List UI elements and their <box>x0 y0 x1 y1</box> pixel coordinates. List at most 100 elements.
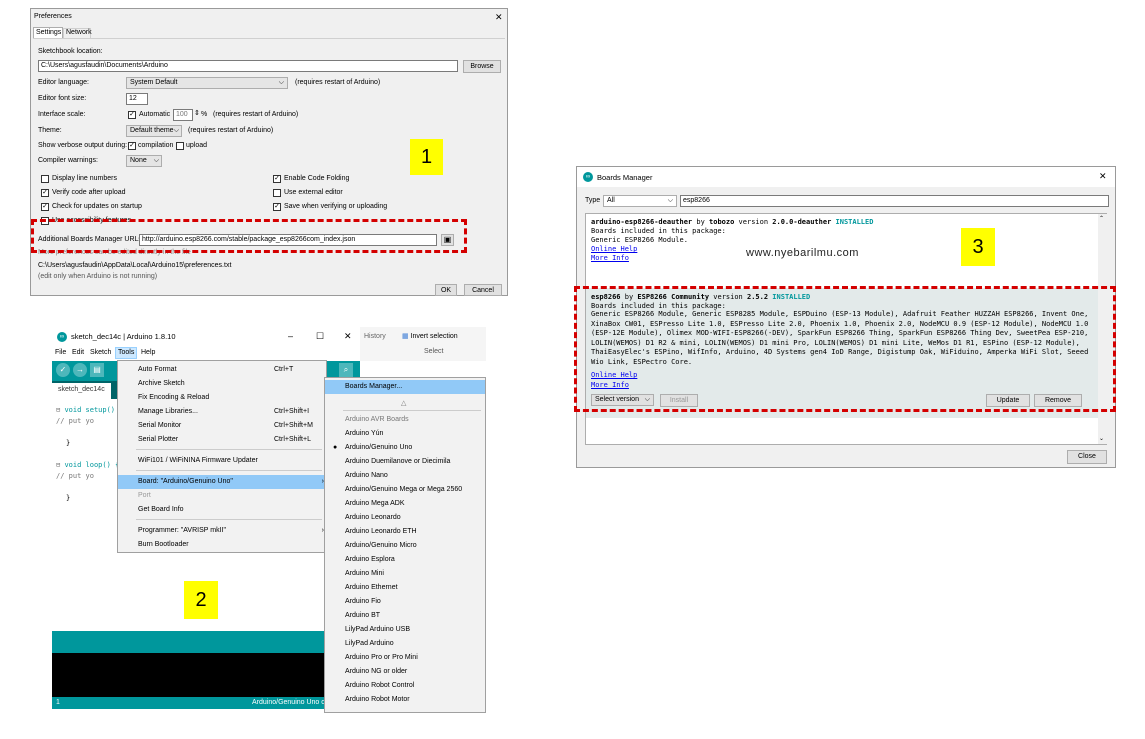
menu-item-serial-plotter[interactable]: Serial Plotter Ctrl+Shift+L <box>118 433 326 447</box>
close-icon[interactable]: ✕ <box>1099 171 1107 181</box>
board-status: Arduino/Genuino Uno o <box>252 699 326 706</box>
type-label: Type <box>585 197 601 204</box>
verify-checkbox[interactable]: ✓ <box>41 189 49 197</box>
more-info-link[interactable]: More Info <box>591 253 629 263</box>
board-section-label: Arduino AVR Boards <box>345 416 409 423</box>
type-select[interactable]: All ⌵ <box>603 195 677 207</box>
board-item[interactable]: Arduino Yún <box>325 427 485 441</box>
menu-item-wifi-updater[interactable]: WiFi101 / WiFiNINA Firmware Updater <box>118 454 326 468</box>
menu-help[interactable]: Help <box>141 348 155 358</box>
maximize-icon[interactable]: ☐ <box>316 331 324 341</box>
tab-network[interactable]: Network <box>63 28 92 38</box>
compilation-checkbox[interactable]: ✓ <box>128 142 136 150</box>
line-numbers-checkbox[interactable] <box>41 175 49 183</box>
board-item[interactable]: Arduino Fio <box>325 595 485 609</box>
menu-sketch[interactable]: Sketch <box>90 348 111 358</box>
menu-item-manage-libraries[interactable]: Manage Libraries... Ctrl+Shift+I <box>118 405 326 419</box>
ide-title: sketch_dec14c | Arduino 1.8.10 <box>71 332 176 341</box>
board-item[interactable]: Arduino/Genuino Micro <box>325 539 485 553</box>
menu-item-boards-manager[interactable]: Boards Manager... <box>325 380 485 394</box>
board-item[interactable]: Arduino Pro or Pro Mini <box>325 651 485 665</box>
serial-monitor-icon[interactable]: ⌕ <box>339 363 353 377</box>
external-editor-checkbox[interactable] <box>273 189 281 197</box>
menu-item-port[interactable]: Port <box>118 489 326 503</box>
tab-sketch[interactable]: sketch_dec14c <box>52 383 111 399</box>
menu-item-auto-format[interactable]: Auto Format Ctrl+T <box>118 363 326 377</box>
menu-item-archive-sketch[interactable]: Archive Sketch <box>118 377 326 391</box>
board-item[interactable]: Arduino Leonardo ETH <box>325 525 485 539</box>
board-item[interactable]: Arduino Leonardo <box>325 511 485 525</box>
package-entry-deauther[interactable]: arduino-esp8266-deauther by tobozo versi… <box>586 214 1098 286</box>
boards-manager-titlebar: ∞ Boards Manager ✕ <box>577 167 1115 187</box>
theme-select[interactable]: Default theme ⌵ <box>126 125 182 137</box>
boards-manager-title: Boards Manager <box>597 173 653 182</box>
invert-selection-icon: ▦ <box>402 333 409 340</box>
scale-stepper-icon[interactable]: ⇕ <box>194 109 200 119</box>
menu-item-board[interactable]: Board: "Arduino/Genuino Uno" › <box>118 475 326 489</box>
tab-settings[interactable]: Settings <box>33 27 63 38</box>
menu-item-burn-bootloader[interactable]: Burn Bootloader <box>118 538 326 552</box>
menu-file[interactable]: File <box>55 348 66 358</box>
history-label[interactable]: History <box>364 332 386 342</box>
board-submenu: Boards Manager... △ Arduino AVR Boards A… <box>324 377 486 713</box>
board-item-selected[interactable]: ● Arduino/Genuino Uno <box>325 441 485 455</box>
board-item[interactable]: LilyPad Arduino USB <box>325 623 485 637</box>
menu-item-programmer[interactable]: Programmer: "AVRISP mkII" › <box>118 524 326 538</box>
marker-1: 1 <box>410 139 443 175</box>
close-button[interactable]: Close <box>1067 450 1107 464</box>
board-item[interactable]: Arduino BT <box>325 609 485 623</box>
scroll-up-icon[interactable]: ⌃ <box>1099 214 1104 224</box>
board-item[interactable]: Arduino Mini <box>325 567 485 581</box>
board-item[interactable]: Arduino Ethernet <box>325 581 485 595</box>
menu-item-serial-monitor[interactable]: Serial Monitor Ctrl+Shift+M <box>118 419 326 433</box>
scroll-up-icon[interactable]: △ <box>401 399 406 409</box>
close-icon[interactable]: ✕ <box>344 331 352 341</box>
highlight-esp8266-package <box>574 286 1116 412</box>
ok-button[interactable]: OK <box>435 284 457 296</box>
board-item[interactable]: Arduino Esplora <box>325 553 485 567</box>
board-item[interactable]: Arduino Robot Motor <box>325 693 485 707</box>
search-input[interactable]: esp8266 <box>680 195 1109 207</box>
new-icon[interactable]: ▤ <box>90 363 104 377</box>
automatic-checkbox[interactable]: ✓ <box>128 111 136 119</box>
close-icon[interactable]: ✕ <box>495 12 503 22</box>
font-size-field[interactable]: 12 <box>126 93 148 105</box>
save-checkbox[interactable]: ✓ <box>273 203 281 211</box>
verify-label: Verify code after upload <box>52 189 126 196</box>
updates-checkbox[interactable]: ✓ <box>41 203 49 211</box>
invert-selection-button[interactable]: ▦ Invert selection <box>402 332 458 342</box>
verify-icon[interactable]: ✓ <box>56 363 70 377</box>
code-folding-label: Enable Code Folding <box>284 175 350 182</box>
menu-item-board-info[interactable]: Get Board Info <box>118 503 326 517</box>
sketchbook-field[interactable]: C:\Users\agusfaudin\Documents\Arduino <box>38 60 458 72</box>
compiler-warnings-select[interactable]: None ⌵ <box>126 155 162 167</box>
scroll-down-icon[interactable]: ⌄ <box>1099 434 1104 444</box>
upload-label: upload <box>186 142 208 149</box>
upload-icon[interactable]: → <box>73 363 87 377</box>
board-item[interactable]: Arduino Mega ADK <box>325 497 485 511</box>
cancel-button[interactable]: Cancel <box>464 284 502 296</box>
code-folding-checkbox[interactable]: ✓ <box>273 175 281 183</box>
menu-item-fix-encoding[interactable]: Fix Encoding & Reload <box>118 391 326 405</box>
chevron-down-icon: ⌵ <box>667 197 673 204</box>
ide-footer: 1 Arduino/Genuino Uno o <box>52 697 360 709</box>
menu-divider <box>136 470 322 471</box>
upload-checkbox[interactable] <box>176 142 184 150</box>
editor-language-select[interactable]: System Default ⌵ <box>126 77 288 89</box>
board-item[interactable]: Arduino Duemilanove or Diecimila <box>325 455 485 469</box>
select-group-label: Select <box>424 348 444 355</box>
board-item[interactable]: Arduino Robot Control <box>325 679 485 693</box>
board-item[interactable]: Arduino/Genuino Mega or Mega 2560 <box>325 483 485 497</box>
line-numbers-label: Display line numbers <box>52 175 117 182</box>
sketchbook-label: Sketchbook location: <box>38 48 103 55</box>
scale-field[interactable]: 100 <box>173 109 193 121</box>
menu-tools[interactable]: Tools <box>115 347 138 359</box>
board-item[interactable]: LilyPad Arduino <box>325 637 485 651</box>
browse-button[interactable]: Browse <box>463 60 501 73</box>
board-item[interactable]: Arduino Nano <box>325 469 485 483</box>
minimize-icon[interactable]: – <box>288 331 293 341</box>
menu-edit[interactable]: Edit <box>72 348 84 358</box>
board-item[interactable]: Arduino NG or older <box>325 665 485 679</box>
code-line: } <box>66 439 71 447</box>
font-size-label: Editor font size: <box>38 95 87 102</box>
